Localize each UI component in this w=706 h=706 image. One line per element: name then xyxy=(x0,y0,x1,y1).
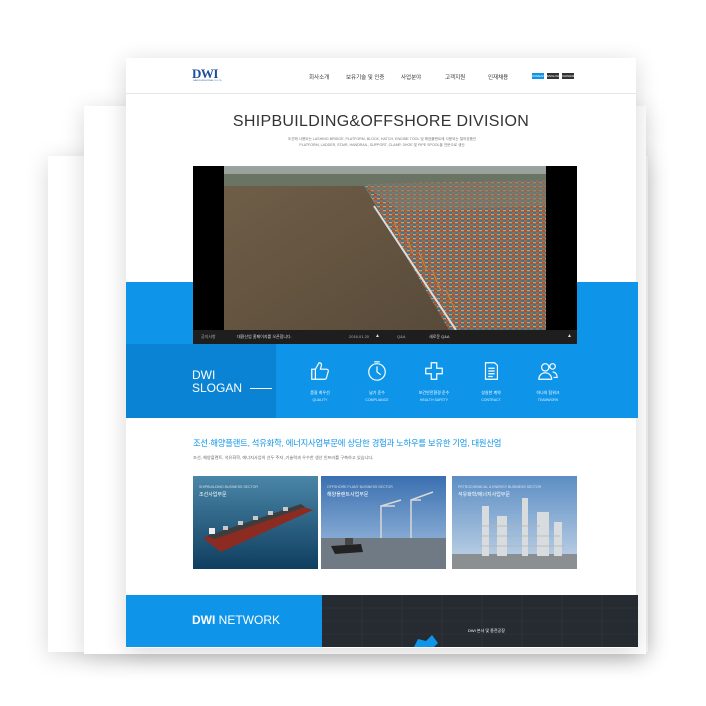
thumbs-up-icon xyxy=(311,362,329,380)
notice-bar: 공지사항 대환산업 홈페이지를 오픈합니다. 2016.01.20 ▲ Q&A … xyxy=(193,330,577,344)
slogan-item-health: 보건안전환경 준수 HEALTH SAFETY xyxy=(405,360,463,402)
network-map[interactable]: DWI 본사 및 종전공장 xyxy=(322,595,638,647)
nav-business[interactable]: 사업분야 xyxy=(401,73,421,81)
map-label: DWI 본사 및 종전공장 xyxy=(468,628,505,633)
card-ko: 석유화학/에너지사업부문 xyxy=(458,492,510,498)
card-en: PETROCHEMICAL & ENERGY BUSINESS SECTOR xyxy=(458,485,542,489)
header-divider xyxy=(126,93,636,94)
nav-technology[interactable]: 보유기술 및 인증 xyxy=(346,73,384,81)
network-title: DWI NETWORK xyxy=(192,613,280,627)
card-ko: 해양플랜트사업부문 xyxy=(327,492,369,498)
slogan-item-quality: 품질 최우선 QUALITY xyxy=(291,360,349,402)
qa-arrow-icon[interactable]: ▲ xyxy=(567,333,572,339)
slogan-item-ko: 품질 최우선 xyxy=(310,390,330,395)
video-player[interactable] xyxy=(193,166,577,344)
network-title-network: NETWORK xyxy=(215,613,280,627)
map-grid xyxy=(322,595,638,647)
teamwork-icon xyxy=(538,363,558,380)
qa-label: Q&A xyxy=(397,334,406,339)
slogan-item-en: CONTRACT xyxy=(481,398,501,402)
korea-map-shape xyxy=(414,635,438,647)
slogan-title: DWI SLOGAN xyxy=(192,369,242,395)
health-cross-icon xyxy=(425,362,443,380)
document-icon xyxy=(484,362,499,380)
slogan-divider xyxy=(250,388,272,389)
ship-photo xyxy=(193,476,318,569)
refinery-photo xyxy=(452,476,577,569)
slogan-item-ko: 성실한 계약 xyxy=(481,390,501,395)
slogan-item-en: TEAMWORK xyxy=(537,398,559,402)
lang-chinese[interactable]: CHINESE xyxy=(562,73,575,79)
card-en: SHIPBUILDING BUSINESS SECTOR xyxy=(199,485,258,489)
slogan-item-en: COMPLIANCE xyxy=(365,398,389,402)
notice-arrow-icon[interactable]: ▲ xyxy=(375,333,380,339)
business-subline: 조선, 해양플랜트, 석유화학, 에너지사업의 선두 주자 ,기술력과 우수한 … xyxy=(193,455,374,460)
notice-date: 2016.01.20 xyxy=(349,334,370,339)
business-card-offshore[interactable]: OFFSHORE PLANT BUSINESS SECTOR 해양플랜트사업부문 xyxy=(321,476,446,569)
business-card-petrochemical[interactable]: PETROCHEMICAL & ENERGY BUSINESS SECTOR 석… xyxy=(452,476,577,569)
hero-caption-1: 조선해 사용되는 LASHING BRIDGE, PLATFORM, BLOCK… xyxy=(287,137,477,141)
slogan-item-ko: 하나의 팀워크 xyxy=(536,390,560,395)
hero-caption-2: PLATFORM, LADDER, STAIR, HANDRAIL, SUPPO… xyxy=(299,143,465,147)
slogan-item-contract: 성실한 계약 CONTRACT xyxy=(462,360,520,402)
nav-company[interactable]: 회사소개 xyxy=(309,73,329,81)
harbor-video-frame xyxy=(224,166,546,330)
lang-korean[interactable]: KOREAN xyxy=(532,73,545,79)
nav-careers[interactable]: 인재채용 xyxy=(488,73,508,81)
business-headline: 조선·해양플랜트, 석유화학, 에너지사업부문에 상당한 경험과 노하우를 보유… xyxy=(193,438,502,448)
logo-subtext: DAWON INDUSTRIAL CO.,LTD. xyxy=(193,80,222,82)
card-ko: 조선사업부문 xyxy=(199,492,227,498)
hero-title: SHIPBUILDING&OFFSHORE DIVISION xyxy=(232,113,530,130)
network-title-dwi: DWI xyxy=(192,613,216,627)
logo[interactable]: DWI DAWON INDUSTRIAL CO.,LTD. xyxy=(192,66,226,84)
notice-label: 공지사항 xyxy=(201,334,216,339)
qa-text[interactable]: 새로운 Q&A xyxy=(429,334,450,340)
card-en: OFFSHORE PLANT BUSINESS SECTOR xyxy=(327,485,393,489)
slogan-item-ko: 납기 준수 xyxy=(369,390,385,395)
nav-support[interactable]: 고객지원 xyxy=(445,73,465,81)
slogan-item-en: HEALTH SAFETY xyxy=(419,398,449,402)
notice-text[interactable]: 대환산업 홈페이지를 오픈합니다. xyxy=(237,334,292,340)
clock-icon xyxy=(368,361,386,381)
business-card-shipbuilding[interactable]: SHIPBUILDING BUSINESS SECTOR 조선사업부문 xyxy=(193,476,318,569)
slogan-item-compliance: 납기 준수 COMPLIANCE xyxy=(348,360,406,402)
slogan-item-en: QUALITY xyxy=(312,398,328,402)
lang-english[interactable]: ENGLISH xyxy=(547,73,560,79)
offshore-photo xyxy=(321,476,446,569)
slogan-item-ko: 보건안전환경 준수 xyxy=(418,390,450,395)
slogan-title-slogan: SLOGAN xyxy=(192,381,243,395)
slogan-item-teamwork: 하나의 팀워크 TEAMWORK xyxy=(519,360,577,402)
